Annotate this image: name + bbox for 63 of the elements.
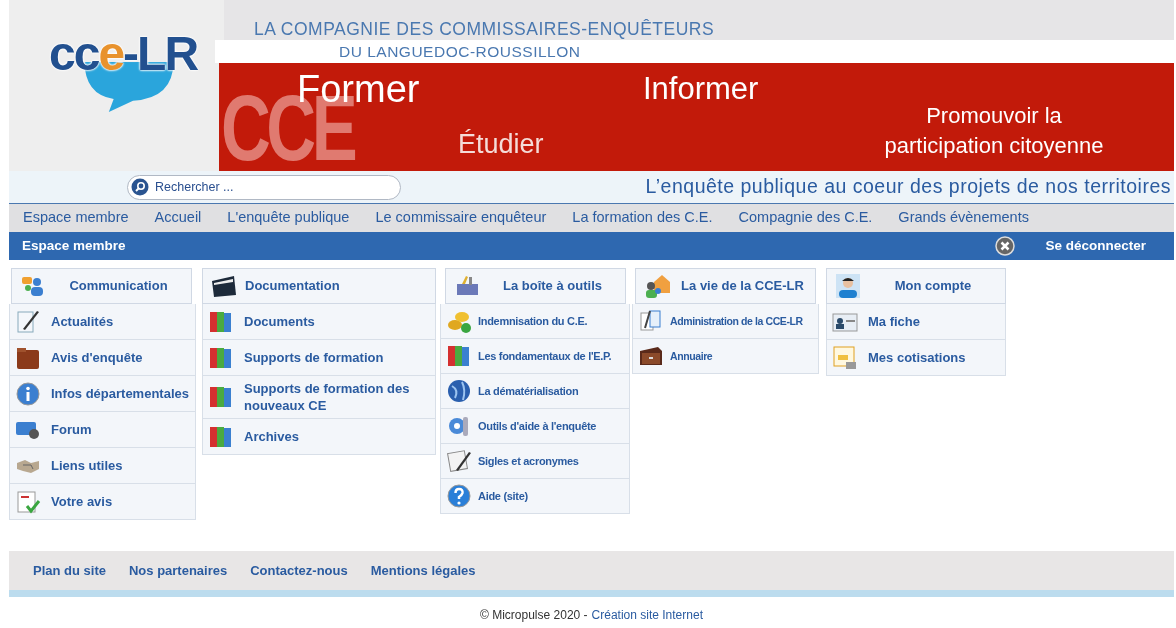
nav-link[interactable]: La formation des C.E. [572,207,713,229]
menu-item[interactable]: Ma fiche [826,304,1006,340]
window-icon [832,344,858,371]
menu-header[interactable]: La boîte à outils [445,268,626,304]
folder-icon [211,273,237,299]
menu-item[interactable]: Les fondamentaux de l'E.P. [440,339,630,374]
menu-item[interactable]: Archives [202,419,436,455]
menu-item[interactable]: Outils d'aide à l'enquête [440,409,630,444]
menu-header[interactable]: Documentation [202,268,436,304]
logout-link[interactable]: Se déconnecter [1045,235,1146,257]
search-field[interactable]: Rechercher ... [127,174,401,200]
nav-link[interactable]: Accueil [154,207,202,229]
footer-link[interactable]: Contactez-nous [250,560,348,581]
close-icon[interactable] [995,236,1016,256]
menu-item[interactable]: Mes cotisations [826,340,1006,376]
nav-link[interactable]: L'enquête publique [227,207,350,229]
tagline: L’enquête publique au coeur des projets de nos territoires [645,174,1171,200]
documents-icon [638,308,664,334]
slogan: Promouvoir la participation citoyenne [883,102,1105,160]
section-title: Espace membre [22,236,126,255]
globe-icon [446,378,472,404]
nav-link[interactable]: Grands évènements [898,207,1029,229]
footer-link[interactable]: Plan du site [33,560,106,581]
search-input[interactable]: Rechercher ... [155,177,397,197]
notepad-icon [446,448,472,474]
nav-link[interactable]: Compagnie des C.E. [738,207,873,229]
menu-item[interactable]: Indemnisation du C.E. [440,304,630,339]
menu-header[interactable]: Communication [11,268,192,304]
pen-icon [15,308,41,335]
menu-item[interactable]: La dématérialisation [440,374,630,409]
menu-item[interactable]: Votre avis [9,484,196,520]
menu-item[interactable]: Supports de formation des nouveaux CE [202,376,436,419]
nav-link[interactable]: Espace membre [23,207,129,229]
footer-link[interactable]: Nos partenaires [128,560,228,581]
user-icon [835,273,861,299]
help-icon [446,483,472,509]
menu-item[interactable]: Forum [9,412,196,448]
nav-link[interactable]: Le commissaire enquêteur [375,207,547,229]
footer-link[interactable]: Mentions légales [370,560,476,581]
site-title: DU LANGUEDOC-ROUSSILLON [339,42,581,62]
site-title: LA COMPAGNIE DES COMMISSAIRES-ENQUÊTEURS [254,18,715,41]
menu-item[interactable]: Documents [202,304,436,340]
slogan: Informer [643,73,759,104]
menu-item[interactable]: Supports de formation [202,340,436,376]
menu-item[interactable]: Sigles et acronymes [440,444,630,479]
binders-icon [208,384,234,410]
menu-item[interactable]: Administration de la CCE-LR [632,304,819,339]
info-icon [15,380,41,407]
menu-item[interactable]: Aide (site) [440,479,630,514]
credit-link[interactable]: Création site Internet [591,606,703,624]
copyright-text: © Micropulse 2020 - [480,607,588,624]
search-icon [131,178,149,196]
menu-item[interactable]: Actualités [9,304,196,340]
menu-header[interactable]: La vie de la CCE-LR [635,268,816,304]
menu-header[interactable]: Mon compte [826,268,1006,304]
house-people-icon [644,273,670,299]
menu-item[interactable]: Annuaire [632,339,819,374]
checklist-icon [15,488,41,515]
menu-item[interactable]: Infos départementales [9,376,196,412]
binders-icon [446,343,472,369]
menu-item[interactable]: Liens utiles [9,448,196,484]
slogan: Étudier [458,131,544,158]
menu-item[interactable]: Avis d'enquête [9,340,196,376]
